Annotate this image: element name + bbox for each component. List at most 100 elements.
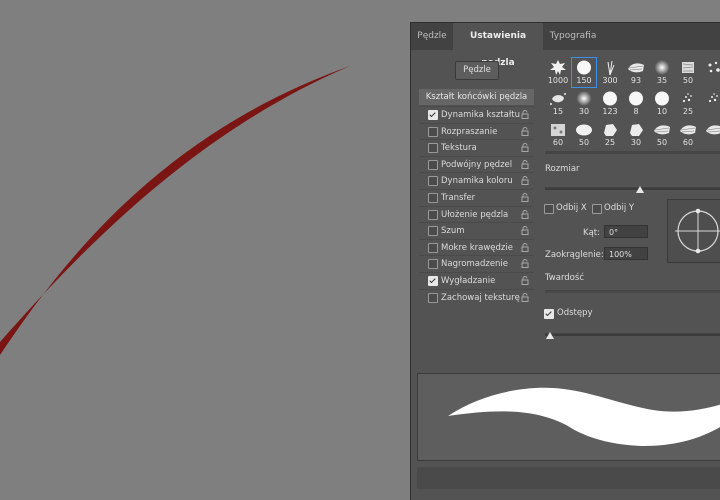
option-label: Ułożenie pędzla: [441, 209, 509, 220]
preview-stroke: [448, 387, 720, 446]
flip-x-checkbox[interactable]: [544, 204, 554, 214]
brush-preset[interactable]: 60: [675, 119, 701, 150]
brush-preset[interactable]: [701, 57, 720, 88]
lock-icon[interactable]: [521, 176, 529, 186]
spacing-slider-track[interactable]: [545, 333, 720, 336]
lock-icon[interactable]: [521, 209, 529, 219]
roundness-input[interactable]: 100%: [604, 247, 648, 260]
option-checkbox[interactable]: [428, 159, 438, 170]
brush-preset[interactable]: 123: [597, 88, 623, 119]
brush-preset[interactable]: 30: [623, 119, 649, 150]
tab-typography[interactable]: Typografia: [543, 23, 603, 50]
brush-preset[interactable]: [701, 119, 720, 150]
option-checkbox[interactable]: [428, 209, 438, 220]
option-row[interactable]: Podwójny pędzel: [419, 155, 534, 173]
option-row[interactable]: Nagromadzenie: [419, 255, 534, 272]
option-label: Tekstura: [441, 143, 477, 154]
tab-brush-settings[interactable]: Ustawienia pędzla: [453, 23, 543, 68]
brush-preset[interactable]: 60: [545, 119, 571, 150]
preset-grid-scrollbar[interactable]: [545, 151, 720, 154]
size-slider-track[interactable]: [545, 187, 720, 190]
lock-icon[interactable]: [521, 259, 529, 269]
option-checkbox[interactable]: [428, 193, 438, 203]
brush-preset[interactable]: 50: [675, 57, 701, 88]
brush-preset[interactable]: 25: [675, 88, 701, 119]
option-row[interactable]: Dynamika koloru: [419, 172, 534, 189]
soft-round-icon: [574, 90, 594, 107]
option-checkbox[interactable]: [428, 110, 438, 120]
brush-preset[interactable]: [701, 88, 720, 119]
brush-preset[interactable]: 30: [571, 88, 597, 119]
lock-icon[interactable]: [521, 193, 529, 202]
brush-preset-size: 25: [604, 138, 616, 147]
leaf-icon: [548, 59, 568, 76]
option-row[interactable]: Rozpraszanie: [419, 122, 534, 140]
option-label: Dynamika koloru: [441, 176, 513, 187]
lock-icon[interactable]: [521, 292, 529, 302]
brush-preset-size: 150: [576, 76, 592, 85]
size-slider-thumb[interactable]: [636, 186, 645, 193]
brush-preset-size: 50: [682, 76, 694, 85]
spacing-slider-thumb[interactable]: [546, 332, 555, 339]
brush-preset-size: 30: [578, 107, 590, 116]
brush-preset-size: 15: [552, 107, 564, 116]
brush-preset-size: 30: [630, 138, 642, 147]
brush-preset[interactable]: 300: [597, 57, 623, 88]
brush-preset[interactable]: 50: [649, 119, 675, 150]
brush-preset[interactable]: 1000: [545, 57, 571, 88]
lock-icon[interactable]: [521, 276, 529, 285]
rock-icon: [600, 121, 620, 138]
lock-icon[interactable]: [521, 242, 529, 252]
option-row[interactable]: Tekstura: [419, 139, 534, 156]
tab-brushes[interactable]: Pędzle: [411, 23, 453, 50]
option-row[interactable]: Dynamika kształtu: [419, 106, 534, 123]
angle-roundness-widget[interactable]: [667, 199, 720, 263]
lock-icon[interactable]: [521, 110, 529, 119]
option-checkbox[interactable]: [428, 226, 438, 237]
brush-preset[interactable]: 15: [545, 88, 571, 119]
brush-preset-size: 300: [602, 76, 618, 85]
option-row[interactable]: Szum: [419, 222, 534, 239]
option-row[interactable]: Ułożenie pędzla: [419, 205, 534, 223]
brush-preset[interactable]: 35: [649, 57, 675, 88]
brush-preset[interactable]: 93: [623, 57, 649, 88]
lock-icon[interactable]: [521, 126, 529, 136]
option-row[interactable]: Mokre krawędzie: [419, 238, 534, 256]
texture-icon: [548, 121, 568, 138]
angle-input[interactable]: 0°: [604, 225, 648, 238]
chalk-icon: [678, 59, 698, 76]
option-checkbox[interactable]: [428, 276, 438, 286]
option-row[interactable]: Zachowaj teksturę: [419, 288, 534, 306]
dry-brush-icon: [626, 59, 646, 76]
brush-preset[interactable]: 8: [623, 88, 649, 119]
option-row[interactable]: Wygładzanie: [419, 272, 534, 289]
lock-icon[interactable]: [521, 226, 529, 236]
option-checkbox[interactable]: [428, 292, 438, 303]
spacing-checkbox[interactable]: [544, 309, 554, 319]
option-row[interactable]: Transfer: [419, 189, 534, 206]
brush-preset[interactable]: 10: [649, 88, 675, 119]
size-label: Rozmiar: [545, 164, 580, 174]
option-label: Wygładzanie: [441, 276, 496, 286]
brush-preset[interactable]: 150: [571, 57, 597, 88]
brush-preset[interactable]: 25: [597, 119, 623, 150]
brush-preset-size: 50: [656, 138, 668, 147]
spacing-label: Odstępy: [557, 308, 593, 318]
soft-round-icon: [652, 59, 672, 76]
brushes-button[interactable]: Pędzle: [455, 61, 499, 80]
option-label: Dynamika kształtu: [441, 110, 520, 120]
option-checkbox[interactable]: [428, 242, 438, 253]
flip-y-checkbox[interactable]: [592, 204, 602, 214]
option-label: Transfer: [441, 193, 476, 203]
option-label: Nagromadzenie: [441, 259, 509, 270]
option-checkbox[interactable]: [428, 176, 438, 187]
option-checkbox[interactable]: [428, 143, 438, 154]
brush-preset[interactable]: 50: [571, 119, 597, 150]
roundness-label: Zaokrąglenie:: [545, 250, 604, 260]
option-checkbox[interactable]: [428, 259, 438, 270]
brush-tip-shape-header[interactable]: Kształt końcówki pędzla: [419, 89, 534, 105]
option-checkbox[interactable]: [428, 126, 438, 137]
dry-brush-icon: [652, 121, 672, 138]
lock-icon[interactable]: [521, 159, 529, 169]
lock-icon[interactable]: [521, 143, 529, 153]
